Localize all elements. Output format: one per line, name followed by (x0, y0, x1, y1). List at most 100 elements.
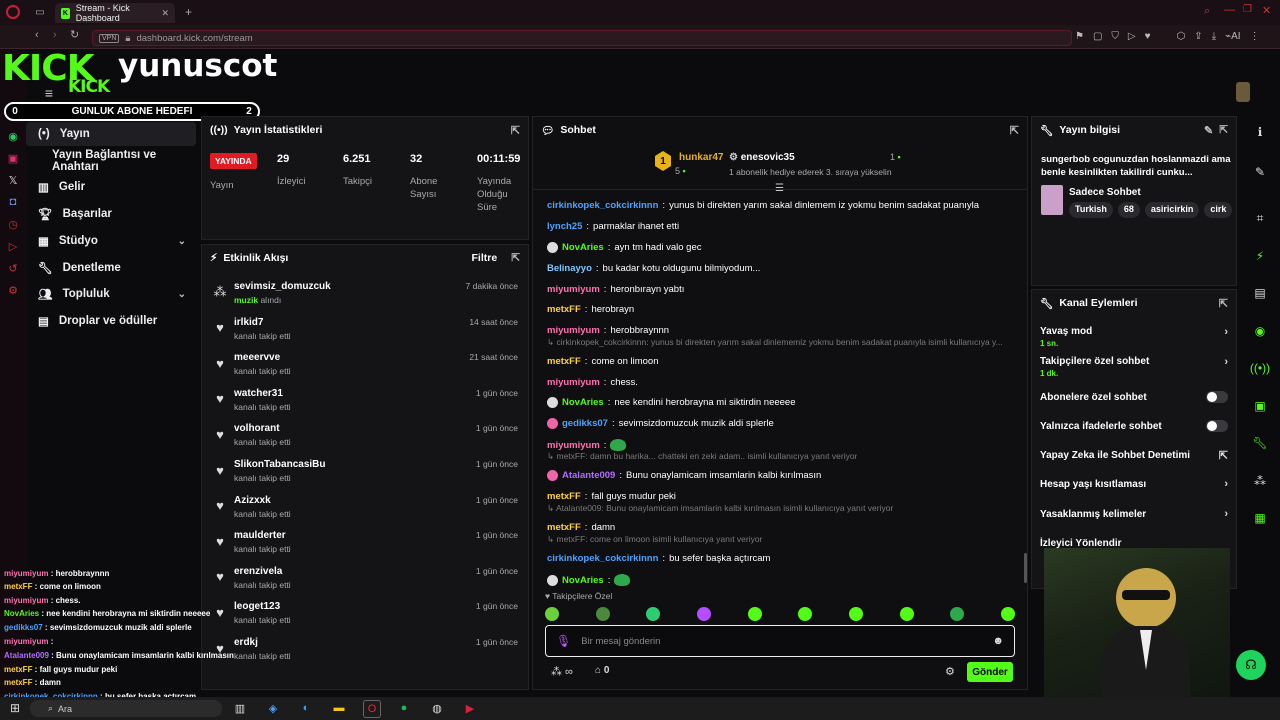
nav-topluluk[interactable]: 👥︎ Topluluk ⌄ (26, 282, 196, 306)
emote-icon[interactable] (747, 607, 762, 621)
opera-taskbar-icon[interactable]: O (363, 700, 381, 718)
chevron-right-icon[interactable]: › (1224, 356, 1228, 368)
bookmark-icon[interactable]: ⚑ (1075, 31, 1084, 42)
chat-icon[interactable]: ◉ (1240, 318, 1280, 344)
channel-action-item[interactable]: Yapay Zeka ile Sohbet Denetimi ⇱ (1032, 442, 1238, 468)
chat-message[interactable]: gedikks07: sevimsizdomuzcuk muzik aldi sp… (547, 418, 774, 429)
chat-username[interactable]: metxFF (547, 491, 581, 502)
bolt-icon[interactable]: ⚡︎ (1240, 243, 1280, 269)
activity-item[interactable]: ♥ Azizxxk kanalı takip etti 1 gün önce (202, 491, 528, 527)
tab-kick-dashboard[interactable]: K Stream - Kick Dashboard ✕ (55, 3, 175, 23)
filter-button[interactable]: Filtre (472, 252, 498, 264)
chat-message[interactable]: lynch25: parmaklar ihanet etti (547, 221, 679, 232)
url-field[interactable]: VPN 🔒︎ dashboard.kick.com/stream (92, 30, 1072, 46)
chat-username[interactable]: gedikks07 (562, 418, 608, 429)
chat-username[interactable]: Atalante009 (562, 470, 615, 481)
history-icon[interactable]: ↺ (0, 257, 26, 279)
clapper-icon[interactable]: ▦ (1240, 505, 1280, 531)
chat-message[interactable]: miyumiyum: (547, 439, 627, 451)
activity-user[interactable]: irlkid7 (234, 317, 263, 328)
heart-icon[interactable]: ♥ (1145, 31, 1151, 42)
channel-action-item[interactable]: Yasaklanmış kelimeler › (1032, 501, 1238, 527)
emote-icon[interactable] (646, 607, 661, 621)
document-icon[interactable]: ▤ (1240, 280, 1280, 306)
chevron-down-icon[interactable]: ⌄ (178, 289, 186, 300)
player-sidebar-icon[interactable]: ▷ (0, 235, 26, 257)
emote-icon[interactable] (848, 607, 863, 621)
snapshot-icon[interactable]: ▢ (1093, 31, 1102, 42)
chat-message[interactable]: metxFF: damn (547, 522, 615, 533)
chat-message[interactable]: miyumiyum: herobbraynnn (547, 325, 669, 336)
close-window-icon[interactable]: ✕ (1262, 4, 1271, 17)
chat-settings-icon[interactable]: ⚙ (945, 665, 955, 678)
chat-username[interactable]: miyumiyum (547, 377, 600, 388)
task-view-icon[interactable]: ▥ (232, 700, 248, 716)
popout-icon[interactable]: ⇱ (511, 252, 520, 264)
external-link-icon[interactable]: ⇱ (1219, 449, 1228, 462)
new-tab-icon[interactable]: + (185, 5, 192, 19)
nav-basarilar[interactable]: 🏆︎ Başarılar (26, 202, 196, 226)
chat-message[interactable]: miyumiyum: chess. (547, 377, 638, 388)
stream-tag[interactable]: asiricirkin (1144, 202, 1200, 218)
emote-icon[interactable] (1000, 607, 1015, 621)
wrench-icon[interactable]: 🔧︎ (1240, 430, 1280, 456)
chat-message[interactable]: metxFF: come on limoon (547, 356, 659, 367)
chat-message[interactable]: Belinayyo: bu kadar kotu oldugunu bilmiyo… (547, 263, 760, 274)
reload-icon[interactable]: ↻ (70, 28, 79, 41)
media-player-icon[interactable]: ▶ (462, 700, 478, 716)
edge-icon[interactable]: ◐ (298, 700, 314, 716)
nav-denetleme[interactable]: 🔧︎ Denetleme (26, 256, 196, 280)
emote-icon[interactable] (595, 607, 610, 621)
clock-icon[interactable]: ◷ (0, 213, 26, 235)
chat-username[interactable]: miyumiyum (547, 440, 600, 451)
support-chat-button[interactable]: ☊ (1236, 650, 1266, 680)
broadcast-icon[interactable]: ((•)) (1240, 355, 1280, 381)
x-icon[interactable]: 𝕏 (0, 169, 26, 191)
chat-username[interactable]: metxFF (547, 356, 581, 367)
popout-icon[interactable]: ⇱ (1219, 124, 1228, 136)
channel-action-item[interactable]: Yalnızca ifadelerle sohbet (1032, 413, 1238, 439)
chat-username[interactable]: metxFF (547, 522, 581, 533)
whatsapp-icon[interactable]: ◉ (0, 125, 26, 147)
community-icon[interactable]: ⁂ (1240, 468, 1280, 494)
more-icon[interactable]: ⋮ (1250, 31, 1260, 42)
second-gifter[interactable]: ⚙ enesovic35 (729, 152, 795, 163)
windows-start-icon[interactable]: ⊞ (8, 701, 22, 715)
activity-user[interactable]: watcher31 (234, 388, 283, 399)
chat-username[interactable]: cirkinkopek_cokcirkinnn (547, 200, 658, 211)
chat-message[interactable]: NovAries: nee kendini herobrayna mi sikti… (547, 397, 796, 408)
chat-input[interactable]: 🎙︎ Bir mesaj gönderin ☻ (545, 625, 1015, 657)
chat-message[interactable]: miyumiyum: heronbırayn yabtı (547, 284, 684, 295)
shield-icon[interactable]: ⛉ (1111, 31, 1119, 42)
activity-user[interactable]: maulderter (234, 530, 286, 541)
popout-icon[interactable]: ⇱ (511, 124, 520, 137)
obs-icon[interactable]: ◍ (429, 700, 445, 716)
maximize-icon[interactable]: ❐ (1243, 4, 1252, 15)
instagram-icon[interactable]: ▣ (0, 147, 26, 169)
tab-list-icon[interactable]: ▭ (34, 6, 46, 18)
info-icon[interactable]: ℹ (1240, 119, 1280, 145)
chat-username[interactable]: NovAries (562, 575, 604, 586)
spotify-icon[interactable]: ● (396, 700, 412, 716)
emote-icon[interactable] (798, 607, 813, 621)
chat-username[interactable]: Belinayyo (547, 263, 592, 274)
stream-tag[interactable]: 68 (1117, 202, 1140, 218)
chat-username[interactable]: metxFF (547, 304, 581, 315)
chat-username[interactable]: cirkinkopek_cokcirkinnn (547, 553, 658, 564)
community-icon[interactable]: ⁂ ∞ (551, 665, 573, 678)
emote-icon[interactable] (545, 607, 559, 621)
chat-username[interactable]: lynch25 (547, 221, 582, 232)
activity-item[interactable]: ♥ irlkid7 kanalı takip etti 14 saat önce (202, 313, 528, 349)
category-name[interactable]: Sadece Sohbet (1069, 187, 1141, 198)
activity-item[interactable]: ♥ volhorant kanalı takip etti 1 gün önce (202, 419, 528, 455)
minimize-icon[interactable]: — (1224, 4, 1235, 16)
opera-logo-icon[interactable] (6, 5, 20, 19)
nav-droplar[interactable]: ▤ Droplar ve ödüller (26, 309, 196, 333)
chevron-right-icon[interactable]: › (1224, 508, 1228, 520)
popout-icon[interactable]: ⇱ (1219, 297, 1228, 310)
edit-icon[interactable]: ✎ (1204, 124, 1213, 137)
chat-username[interactable]: NovAries (562, 397, 604, 408)
activity-item[interactable]: ♥ maulderter kanalı takip etti 1 gün önce (202, 526, 528, 562)
activity-user[interactable]: volhorant (234, 423, 280, 434)
chat-message[interactable]: Atalante009: Bunu onaylamicam imsamlarin … (547, 470, 821, 481)
